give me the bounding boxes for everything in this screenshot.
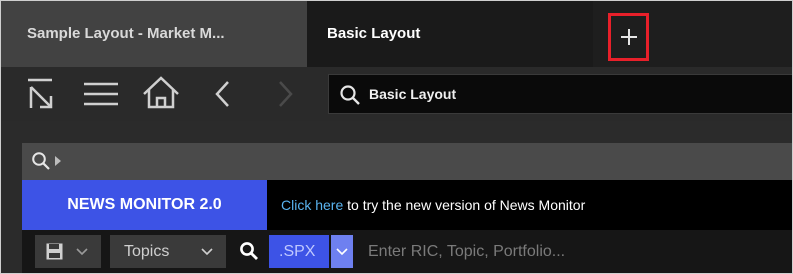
new-tab-button[interactable]	[608, 13, 649, 61]
menu-button[interactable]	[81, 67, 121, 121]
news-filter-bar: Topics .SPX	[22, 230, 792, 273]
collapse-button[interactable]	[23, 67, 59, 121]
chevron-right-icon	[279, 81, 293, 107]
news-monitor-badge: NEWS MONITOR 2.0	[22, 180, 267, 230]
home-button[interactable]	[141, 67, 181, 121]
forward-button[interactable]	[273, 67, 299, 121]
ric-chip-dropdown[interactable]	[331, 235, 353, 268]
chevron-down-icon	[76, 248, 88, 256]
tab-sample-layout[interactable]: Sample Layout - Market M...	[1, 1, 307, 67]
chevron-down-icon	[336, 248, 348, 256]
search-icon	[32, 152, 50, 170]
tab-basic-layout[interactable]: Basic Layout	[307, 1, 593, 67]
address-search-input[interactable]	[369, 79, 769, 109]
topics-label: Topics	[124, 243, 170, 260]
search-icon	[340, 85, 360, 105]
search-icon[interactable]	[239, 241, 259, 261]
topics-dropdown[interactable]: Topics	[110, 235, 226, 268]
panel-search-bar[interactable]	[22, 143, 792, 180]
banner-text: to try the new version of News Monitor	[343, 197, 586, 213]
ric-chip[interactable]: .SPX	[269, 235, 329, 268]
banner-message: Click here to try the new version of New…	[281, 180, 585, 230]
caret-right-icon[interactable]	[55, 156, 61, 166]
promo-banner: NEWS MONITOR 2.0 Click here to try the n…	[22, 180, 792, 230]
tab-bar: Sample Layout - Market M... Basic Layout	[1, 1, 792, 67]
hamburger-icon	[84, 82, 118, 106]
collapse-arrow-icon	[28, 78, 53, 109]
chevron-left-icon	[215, 81, 229, 107]
floppy-disk-icon	[46, 243, 63, 260]
ric-chip-label: .SPX	[279, 243, 316, 260]
app-window: Sample Layout - Market M... Basic Layout	[0, 0, 793, 274]
ric-topic-input[interactable]	[368, 235, 778, 268]
home-icon	[143, 76, 179, 109]
save-dropdown[interactable]	[35, 235, 101, 268]
back-button[interactable]	[209, 67, 235, 121]
news-monitor-panel: NEWS MONITOR 2.0 Click here to try the n…	[22, 143, 792, 273]
click-here-link[interactable]: Click here	[281, 197, 343, 213]
chevron-down-icon	[201, 248, 213, 256]
address-search-bar[interactable]	[328, 74, 792, 114]
